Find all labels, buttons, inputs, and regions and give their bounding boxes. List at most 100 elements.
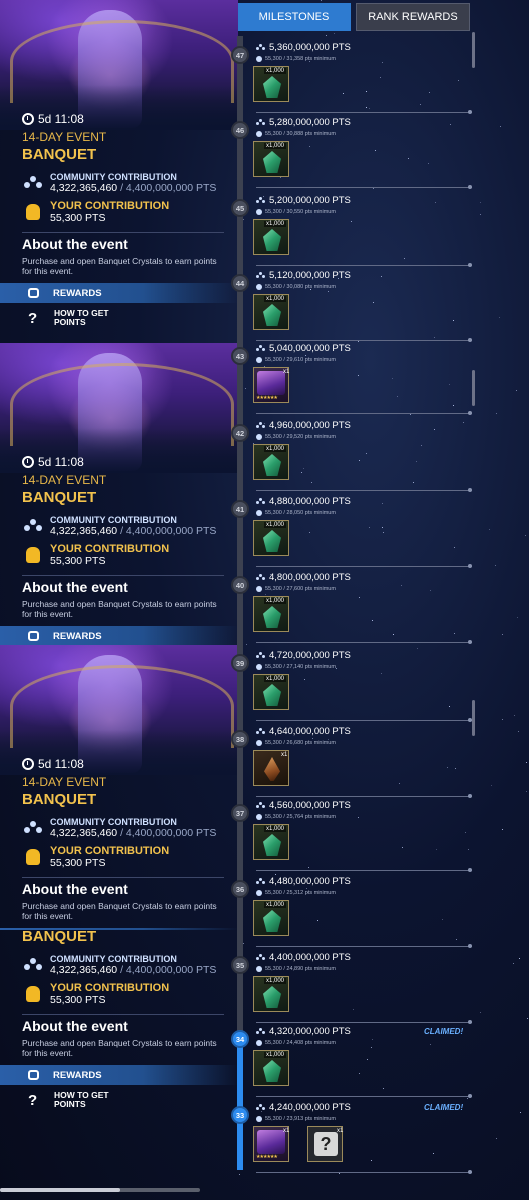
milestone-separator	[256, 263, 472, 267]
reward-item[interactable]: x1,000	[253, 141, 289, 177]
reward-quantity: x1,000	[264, 978, 287, 984]
reward-item[interactable]: x1,000	[253, 520, 289, 556]
crowd-icon	[256, 802, 265, 809]
milestone-separator	[256, 564, 472, 568]
milestone-requirement: 55,300 / 24,408 pts minimum	[256, 1040, 336, 1046]
star	[513, 963, 515, 965]
milestone-points: 4,800,000,000 PTS	[256, 572, 351, 583]
tab-milestones[interactable]: MILESTONES	[237, 3, 351, 31]
star	[514, 714, 516, 716]
crystal-icon	[263, 606, 281, 628]
star	[452, 320, 454, 322]
tab-rank-rewards[interactable]: RANK REWARDS	[356, 3, 470, 31]
scroll-indicator[interactable]	[472, 700, 475, 736]
reward-item[interactable]: ★★★★★★ x1	[253, 1126, 289, 1162]
milestone-number: 33	[231, 1106, 249, 1124]
reward-item[interactable]: x1,000	[253, 824, 289, 860]
crowd-icon	[256, 44, 265, 51]
rewards-button[interactable]: REWARDS	[0, 626, 238, 645]
reward-item[interactable]: x1,000	[253, 900, 289, 936]
star	[489, 529, 491, 531]
milestone-points: 5,360,000,000 PTS	[256, 42, 351, 53]
event-panel: BANQUET COMMUNITY CONTRIBUTION 4,322,365,4…	[0, 930, 238, 1170]
your-contribution: YOUR CONTRIBUTION 55,300 PTS	[24, 200, 169, 224]
event-name: BANQUET	[22, 146, 97, 163]
reward-item[interactable]: x1	[253, 750, 289, 786]
reward-item[interactable]: x1,000	[253, 444, 289, 480]
star	[370, 1046, 372, 1048]
star	[242, 943, 244, 945]
star	[371, 1160, 373, 1162]
reward-quantity: x1,000	[264, 446, 287, 452]
milestone-requirement: 55,300 / 28,050 pts minimum	[256, 510, 336, 516]
reward-item[interactable]: x1,000	[253, 596, 289, 632]
star	[366, 107, 368, 109]
milestone-points: 4,560,000,000 PTS	[256, 800, 351, 811]
reward-item[interactable]: x1,000	[253, 674, 289, 710]
star	[479, 214, 481, 216]
star	[382, 526, 384, 528]
scroll-indicator[interactable]	[472, 370, 475, 406]
rewards-label: REWARDS	[53, 1069, 102, 1081]
community-value: 4,322,365,460 / 4,400,000,000 PTS	[50, 525, 217, 537]
rewards-button[interactable]: REWARDS	[0, 1065, 238, 1085]
community-contribution: COMMUNITY CONTRIBUTION 4,322,365,460 / 4,…	[24, 172, 216, 194]
crowd-icon	[256, 345, 265, 352]
claimed-badge: CLAIMED!	[424, 1027, 464, 1036]
reward-item[interactable]: ★★★★★★ x1	[253, 367, 289, 403]
star	[320, 0, 322, 2]
milestones-screen: MILESTONES RANK REWARDS 5d 11:08 14-DAY E…	[0, 0, 529, 1200]
star	[358, 374, 360, 376]
clock-icon	[22, 758, 34, 770]
star	[462, 422, 464, 424]
star	[433, 1152, 435, 1154]
star	[353, 1009, 355, 1011]
how-to-get-points-button[interactable]: ? HOW TO GET POINTS	[28, 1091, 124, 1109]
event-timer: 5d 11:08	[22, 455, 84, 469]
mystery-reward-item[interactable]: ? x1	[307, 1126, 343, 1162]
person-icon	[256, 56, 262, 62]
crystal-icon	[263, 910, 281, 932]
reward-item[interactable]: x1,000	[253, 976, 289, 1012]
event-panel: 5d 11:08 14-DAY EVENT BANQUET COMMUNITY CON…	[0, 645, 238, 930]
gift-icon	[28, 1070, 39, 1080]
about-text: Purchase and open Banquet Crystals to ea…	[22, 901, 217, 921]
star	[342, 92, 344, 94]
milestone-requirement: 55,300 / 27,600 pts minimum	[256, 586, 336, 592]
howto-label: HOW TO GET POINTS	[54, 308, 109, 327]
milestone-number: 36	[231, 880, 249, 898]
community-value: 4,322,365,460 / 4,400,000,000 PTS	[50, 964, 217, 976]
your-label: YOUR CONTRIBUTION	[50, 845, 170, 857]
your-contribution: YOUR CONTRIBUTION 55,300 PTS	[24, 982, 169, 1006]
person-icon	[256, 209, 262, 215]
star	[357, 341, 359, 343]
milestone-number: 40	[231, 576, 249, 594]
star	[467, 849, 469, 851]
horizontal-scrollbar[interactable]	[0, 1188, 200, 1192]
reward-quantity: x1,000	[264, 296, 287, 302]
scroll-indicator[interactable]	[472, 32, 475, 68]
reward-item[interactable]: x1,000	[253, 66, 289, 102]
reward-item[interactable]: x1,000	[253, 1050, 289, 1086]
how-to-get-points-button[interactable]: ? HOW TO GET POINTS	[28, 309, 124, 327]
gift-icon	[28, 631, 39, 641]
star	[403, 258, 405, 260]
crystal-icon	[263, 834, 281, 856]
star	[359, 1072, 361, 1074]
star	[409, 414, 411, 416]
milestone-requirement: 55,300 / 30,550 pts minimum	[256, 209, 336, 215]
rewards-button[interactable]: REWARDS	[0, 283, 238, 303]
crowd-icon	[256, 422, 265, 429]
reward-quantity: x1	[337, 1128, 344, 1134]
reward-item[interactable]: x1,000	[253, 294, 289, 330]
reward-item[interactable]: x1,000	[253, 219, 289, 255]
milestone-points: 4,880,000,000 PTS	[256, 496, 351, 507]
about-title: About the event	[22, 236, 128, 252]
star	[408, 158, 410, 160]
event-hero-art	[0, 343, 238, 473]
milestone-separator	[256, 1094, 472, 1098]
event-name: BANQUET	[22, 930, 97, 945]
crowd-icon	[24, 519, 42, 533]
milestone-points: 4,640,000,000 PTS	[256, 726, 351, 737]
star	[519, 1112, 521, 1114]
